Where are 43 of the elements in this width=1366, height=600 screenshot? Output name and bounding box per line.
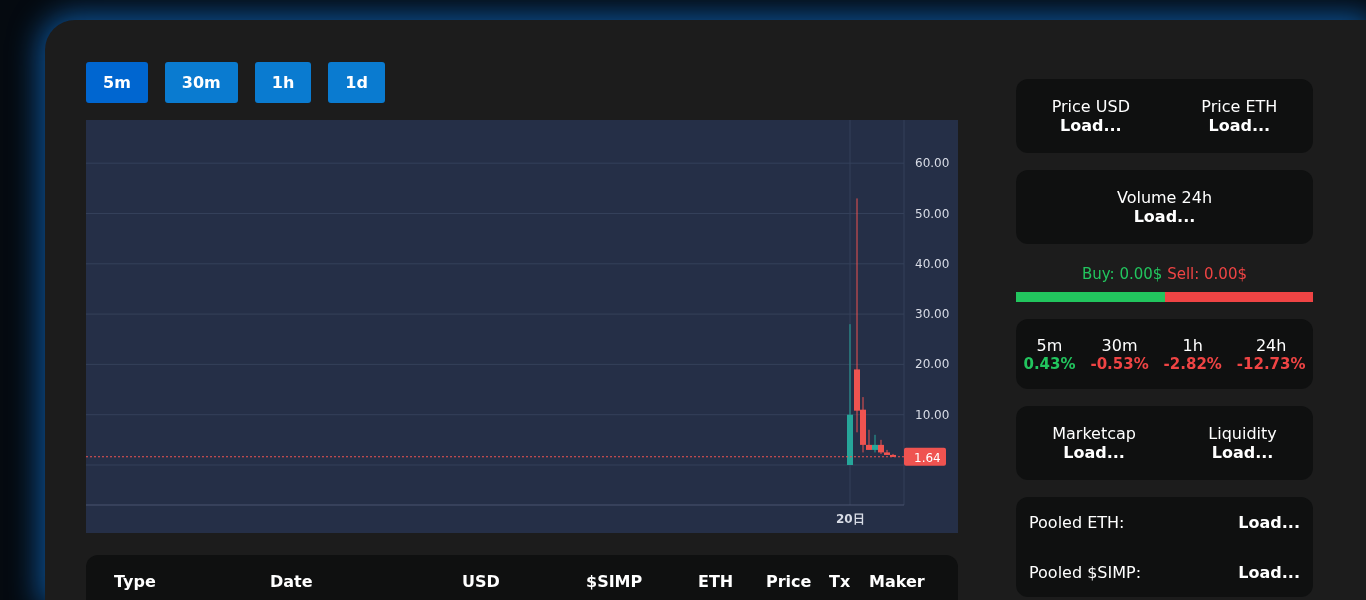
pool-label: Pooled $SIMP: [1029,562,1142,582]
column-header: Date [270,572,314,591]
last-price-tag: 1.64 [904,447,946,466]
column-header: USD [462,572,501,591]
timeframe-button[interactable]: 1d [328,62,385,103]
column-header: $SIMP [586,572,644,591]
stat-label: Liquidity [1208,424,1277,443]
price-axis-label: 40.00 [915,256,950,271]
price-axis-label: 60.00 [915,156,950,171]
pool-label: Pooled ETH: [1029,512,1125,532]
price-axis-label: 20.00 [915,357,950,372]
stat-value: Load... [1208,116,1271,135]
period-label: 1h [1182,335,1203,355]
period-label: 24h [1255,335,1287,355]
stat-label: Marketcap [1052,424,1136,443]
timeframe-button[interactable]: 5m [86,62,148,103]
timeframe-button[interactable]: 1h [254,62,312,103]
column-header: Type [114,572,157,591]
price-axis-label: 10.00 [915,407,950,422]
pool-value: Load... [1238,562,1300,582]
stat-label: Price USD [1051,97,1130,116]
stat-label: Price ETH [1201,97,1278,116]
stat-value: Load... [1211,443,1274,462]
change-value: -12.73% [1236,354,1306,373]
period-label: 30m [1101,335,1138,355]
column-header: Tx [829,572,852,591]
change-value: -2.82% [1163,354,1222,373]
period-label: 5m [1036,335,1063,355]
buy-sell-summary: Buy: 0.00$ Sell: 0.00$ [1081,265,1248,283]
time-axis-label: 20日 [836,512,865,526]
change-value: -0.53% [1090,354,1149,373]
change-value: 0.43% [1023,354,1076,373]
column-header: Price [766,572,813,591]
stat-value: Load... [1133,207,1196,226]
column-header: Maker [869,572,926,591]
timeframe-button[interactable]: 30m [164,62,238,103]
stat-value: Load... [1063,443,1125,462]
column-header: ETH [698,572,735,591]
stat-label: Volume 24h [1116,188,1213,207]
price-axis-label: 30.00 [915,307,950,322]
pool-value: Load... [1238,512,1300,532]
stat-value: Load... [1059,116,1122,135]
price-axis-label: 50.00 [915,206,950,221]
